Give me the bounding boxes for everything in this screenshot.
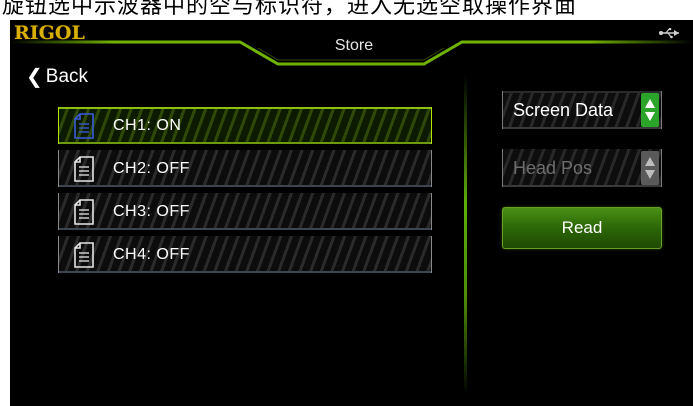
channel-item-ch3[interactable]: CH3: OFF (58, 193, 432, 230)
channel-label: CH2: OFF (113, 159, 190, 177)
usb-icon (659, 26, 681, 43)
spinner-arrows-icon[interactable] (641, 151, 659, 185)
back-label: Back (45, 66, 89, 87)
storage-type-select[interactable]: Screen Data (502, 91, 662, 129)
spinner-arrows-icon[interactable] (641, 93, 659, 127)
page-title: Store (334, 37, 374, 54)
panel-divider (464, 75, 467, 395)
channel-label: CH4: OFF (113, 245, 190, 263)
caption-strip: 旋钮选中示波器中的空与标识符，进入无选空取操作界面 (0, 0, 693, 20)
page-caption: 旋钮选中示波器中的空与标识符，进入无选空取操作界面 (2, 0, 578, 19)
document-icon (74, 112, 94, 139)
read-button[interactable]: Read (502, 207, 662, 249)
storage-type-value: Screen Data (513, 99, 614, 120)
document-icon (74, 155, 94, 182)
instrument-screen: RIGOL Store ❮ Back CH1: ON CH2: OFF CH3:… (10, 20, 693, 406)
channel-label: CH3: OFF (113, 202, 190, 220)
document-icon (74, 198, 94, 225)
position-select[interactable]: Head Pos (502, 149, 662, 187)
document-icon (74, 241, 94, 268)
back-button[interactable]: ❮ Back (26, 66, 88, 88)
channel-item-ch1[interactable]: CH1: ON (58, 107, 432, 144)
channel-item-ch4[interactable]: CH4: OFF (58, 236, 432, 273)
chevron-left-icon: ❮ (26, 66, 43, 88)
channel-label: CH1: ON (113, 116, 182, 134)
position-value: Head Pos (513, 157, 593, 178)
channel-item-ch2[interactable]: CH2: OFF (58, 150, 432, 187)
brand-logo: RIGOL (14, 22, 85, 44)
